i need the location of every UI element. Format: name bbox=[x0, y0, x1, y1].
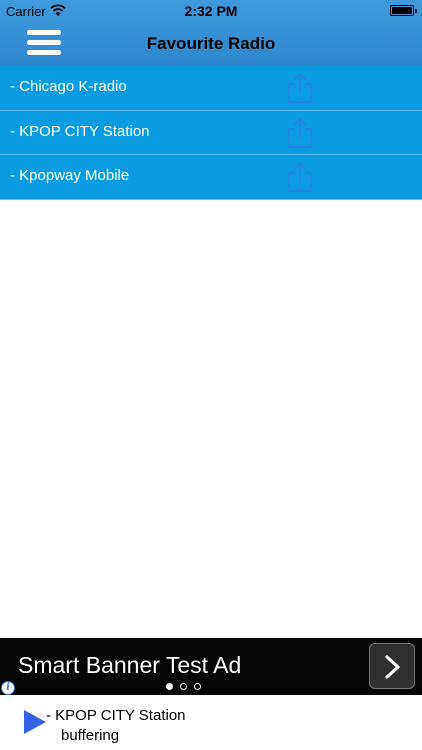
radio-item-label: - Kpopway Mobile bbox=[10, 167, 130, 185]
radio-item-label: - Chicago K-radio bbox=[10, 78, 127, 95]
page-dot bbox=[180, 683, 187, 690]
radio-item-label: - KPOP CITY Station bbox=[10, 122, 150, 140]
page-dot bbox=[166, 683, 173, 690]
battery-icon bbox=[390, 5, 417, 16]
player-station: - KPOP CITY Station bbox=[46, 707, 186, 724]
ad-text: Smart Banner Test Ad bbox=[18, 652, 242, 678]
radio-list: - Chicago K-radio - KPOP CITY Station - … bbox=[0, 66, 422, 200]
status-time: 2:32 PM bbox=[184, 3, 238, 19]
play-icon[interactable] bbox=[23, 709, 47, 735]
share-icon[interactable] bbox=[286, 72, 314, 104]
list-item[interactable]: - Kpopway Mobile bbox=[0, 155, 422, 200]
list-item[interactable]: - KPOP CITY Station bbox=[0, 110, 422, 156]
player-status: buffering bbox=[61, 727, 120, 744]
list-item[interactable]: - Chicago K-radio bbox=[0, 66, 422, 111]
share-icon[interactable] bbox=[286, 161, 314, 193]
status-bar: Carrier 2:32 PM bbox=[0, 0, 422, 22]
header: Carrier 2:32 PM Favourite Radio bbox=[0, 0, 422, 66]
ad-arrow-button[interactable] bbox=[369, 643, 415, 689]
info-icon[interactable]: i bbox=[1, 681, 15, 695]
page-title: Favourite Radio bbox=[146, 34, 276, 53]
share-icon[interactable] bbox=[286, 117, 314, 149]
battery-level bbox=[392, 7, 412, 14]
player-bar: - KPOP CITY Station buffering bbox=[0, 695, 422, 750]
page-dot bbox=[194, 683, 201, 690]
chevron-right-icon bbox=[385, 655, 400, 679]
ad-page-indicator bbox=[162, 683, 212, 691]
ad-banner[interactable]: Smart Banner Test Ad bbox=[0, 638, 422, 695]
